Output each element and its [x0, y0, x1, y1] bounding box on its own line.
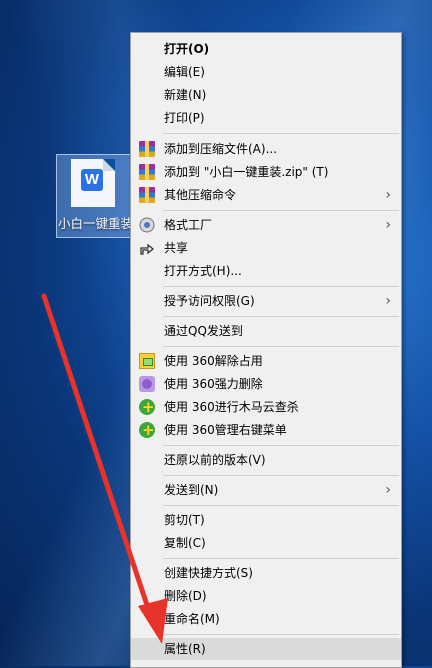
menu-item-360-force-delete[interactable]: 使用 360强力删除 — [131, 373, 401, 395]
menu-separator — [163, 445, 399, 446]
menu-item-add-to-zip[interactable]: 添加到 "小白一键重装.zip" (T) — [131, 161, 401, 183]
menu-separator — [163, 316, 399, 317]
winrar-icon — [139, 187, 155, 203]
menu-separator — [163, 210, 399, 211]
chevron-right-icon: › — [385, 187, 391, 203]
menu-item-edit[interactable]: 编辑(E) — [131, 61, 401, 83]
chevron-right-icon: › — [385, 293, 391, 309]
360-shredder-icon — [139, 376, 155, 392]
menu-separator — [163, 346, 399, 347]
menu-item-360-trojan-scan[interactable]: 使用 360进行木马云查杀 — [131, 396, 401, 418]
menu-separator — [163, 475, 399, 476]
menu-item-cut[interactable]: 剪切(T) — [131, 509, 401, 531]
menu-separator — [163, 634, 399, 635]
menu-separator — [163, 558, 399, 559]
menu-item-open[interactable]: 打开(O) — [131, 38, 401, 60]
menu-item-360-unlock[interactable]: 使用 360解除占用 — [131, 350, 401, 372]
menu-item-rename[interactable]: 重命名(M) — [131, 608, 401, 630]
file-name-label: 小白一键重装 — [58, 216, 132, 231]
menu-item-add-to-archive[interactable]: 添加到压缩文件(A)... — [131, 138, 401, 160]
menu-item-other-compress[interactable]: 其他压缩命令 › — [131, 184, 401, 206]
chevron-right-icon: › — [385, 482, 391, 498]
menu-separator — [163, 133, 399, 134]
menu-item-grant-access[interactable]: 授予访问权限(G) › — [131, 290, 401, 312]
chevron-right-icon: › — [385, 217, 391, 233]
menu-item-create-shortcut[interactable]: 创建快捷方式(S) — [131, 562, 401, 584]
menu-separator — [163, 286, 399, 287]
360-logo-icon — [139, 419, 155, 441]
winrar-icon — [139, 164, 155, 180]
menu-item-copy[interactable]: 复制(C) — [131, 532, 401, 554]
menu-item-send-via-qq[interactable]: 通过QQ发送到 — [131, 320, 401, 342]
menu-item-properties[interactable]: 属性(R) — [131, 638, 401, 660]
menu-item-share[interactable]: 共享 — [131, 237, 401, 259]
menu-item-360-manage-menu[interactable]: 使用 360管理右键菜单 — [131, 419, 401, 441]
menu-item-delete[interactable]: 删除(D) — [131, 585, 401, 607]
menu-item-print[interactable]: 打印(P) — [131, 107, 401, 129]
context-menu: 打开(O) 编辑(E) 新建(N) 打印(P) 添加到压缩文件(A)... 添加… — [130, 32, 402, 668]
menu-item-send-to[interactable]: 发送到(N) › — [131, 479, 401, 501]
menu-item-open-with[interactable]: 打开方式(H)... — [131, 260, 401, 282]
wps-doc-icon: W — [71, 159, 115, 207]
desktop-file[interactable]: W 小白一键重装 — [56, 154, 134, 238]
menu-separator — [163, 505, 399, 506]
360-unlock-icon — [139, 353, 155, 369]
winrar-icon — [139, 141, 155, 157]
360-logo-icon — [139, 396, 155, 418]
menu-item-restore-versions[interactable]: 还原以前的版本(V) — [131, 449, 401, 471]
menu-item-new[interactable]: 新建(N) — [131, 84, 401, 106]
menu-item-format-factory[interactable]: 格式工厂 › — [131, 214, 401, 236]
format-factory-icon — [139, 217, 155, 233]
wps-logo-icon: W — [81, 169, 103, 191]
share-icon — [139, 240, 155, 256]
